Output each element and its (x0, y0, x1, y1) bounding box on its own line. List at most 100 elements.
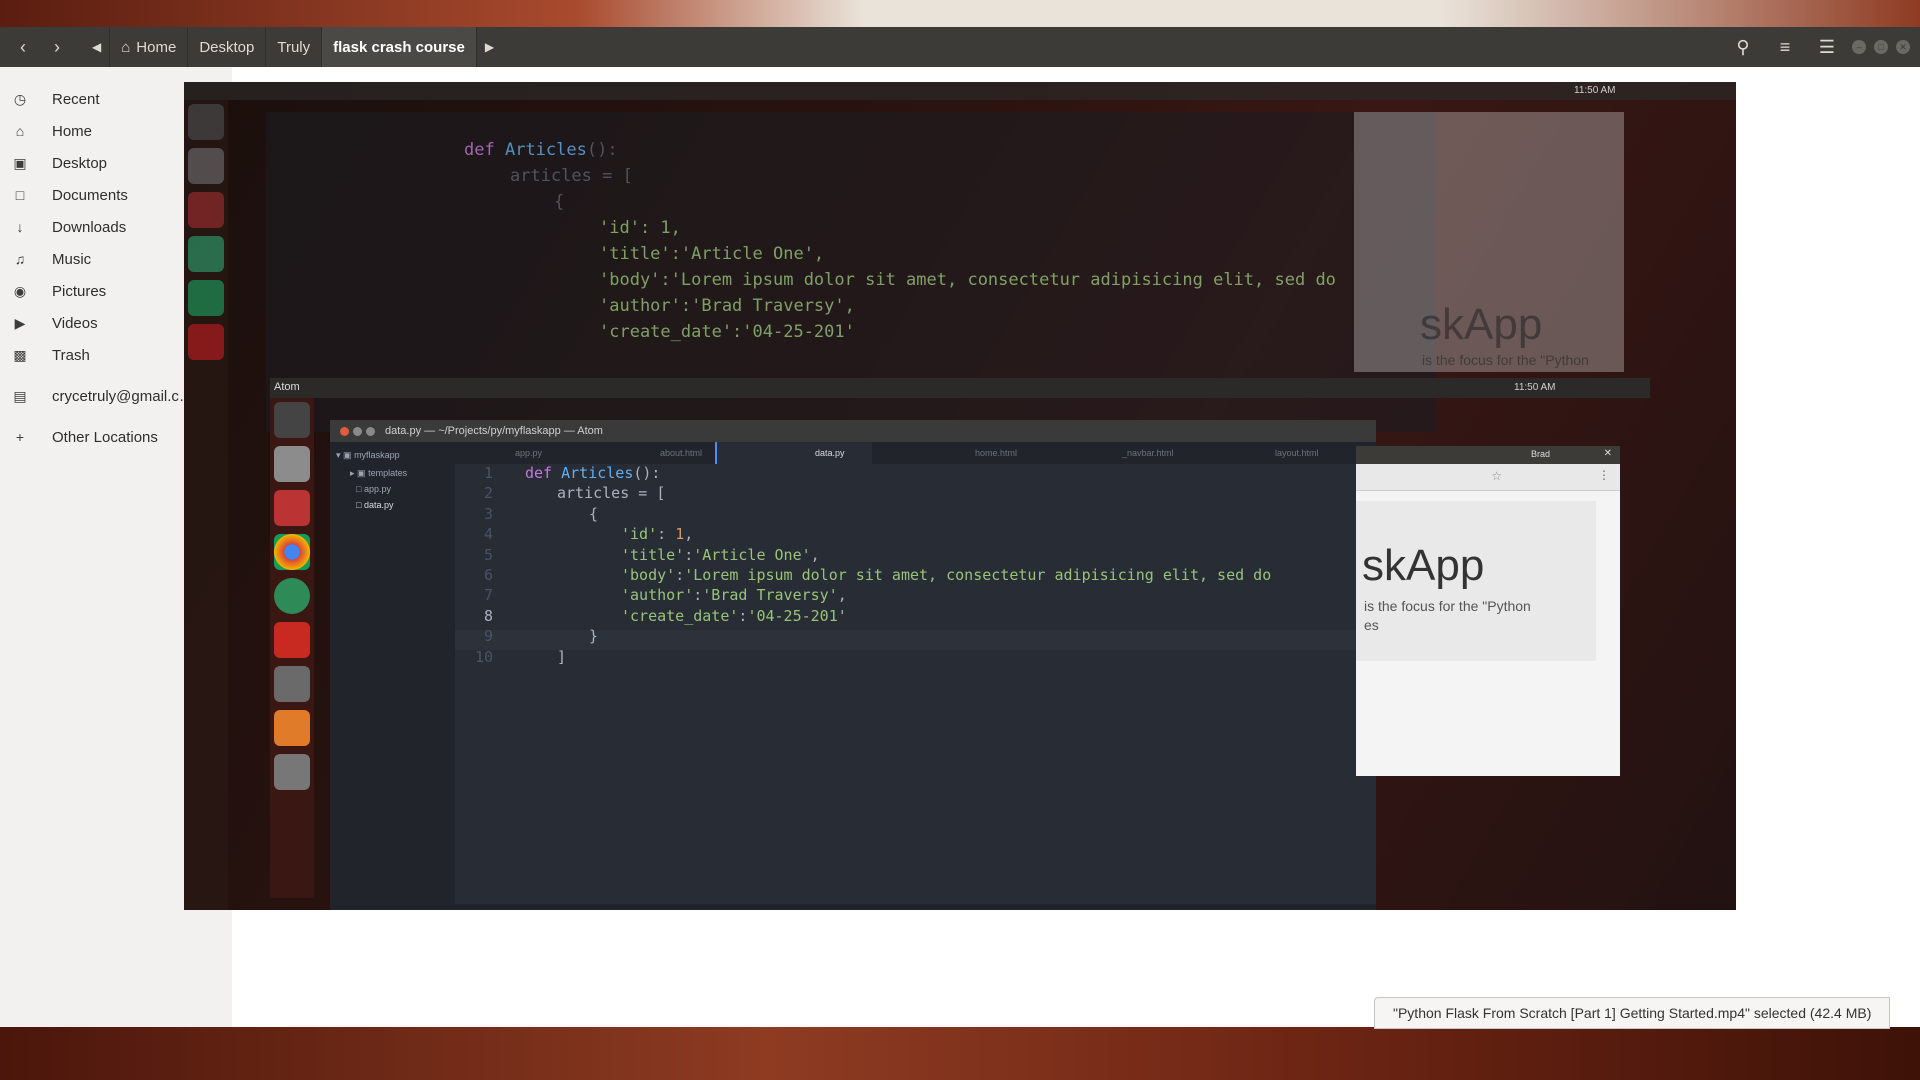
file-icon: □ (356, 500, 362, 510)
tree-item-data-py[interactable]: □ data.py (356, 500, 393, 510)
browser-title-bar: Brad ✕ (1356, 446, 1620, 464)
hero-subtitle: is the focus for the "Python es (1364, 598, 1531, 633)
hero-title: skApp (1362, 541, 1485, 590)
tree-root[interactable]: ▾ ▣ myflaskapp (336, 450, 400, 461)
code-line: def Articles(): (525, 464, 661, 482)
breadcrumb-flask-crash-course[interactable]: flask crash course (322, 27, 477, 67)
video-top-panel (184, 82, 1736, 100)
chrome-icon[interactable] (274, 534, 310, 570)
home-icon: ⌂ (121, 38, 131, 56)
camera-icon: ◉ (13, 282, 27, 299)
close-dot-icon[interactable] (340, 426, 349, 436)
code-line: ] (557, 648, 567, 666)
breadcrumb: ◀ ⌂ Home Desktop Truly flask crash cours… (84, 27, 502, 67)
video-icon: ▶ (14, 314, 26, 331)
line-number: 5 (483, 546, 493, 564)
close-button[interactable]: ✕ (1896, 40, 1910, 54)
folder-icon: ▣ (13, 154, 27, 171)
network-icon: ▤ (13, 387, 27, 404)
launcher-filezilla-icon (188, 324, 224, 360)
browser-menu-icon[interactable]: ⋮ (1598, 468, 1610, 482)
software-center-icon[interactable] (274, 710, 310, 746)
terminal-app-icon[interactable] (274, 490, 310, 526)
filezilla-icon[interactable] (274, 622, 310, 658)
line-number: 9 (483, 627, 493, 645)
breadcrumb-left-arrow-icon[interactable]: ◀ (84, 27, 111, 67)
code-line: } (589, 627, 599, 645)
trash-icon: ▩ (13, 346, 27, 363)
video-preview[interactable]: 11:50 AM def Articles(): articles = [ { … (184, 82, 1736, 910)
breadcrumb-right-arrow-icon[interactable]: ▶ (477, 27, 502, 67)
files-app-icon[interactable] (274, 446, 310, 482)
minimize-button[interactable]: – (1852, 40, 1866, 54)
forward-button[interactable]: › (42, 32, 72, 62)
clock-icon: ◷ (13, 90, 27, 107)
document-icon: □ (15, 187, 25, 203)
breadcrumb-truly[interactable]: Truly (266, 27, 323, 67)
line-number: 3 (483, 505, 493, 523)
maximize-dot-icon[interactable] (366, 426, 375, 436)
screenshot-icon[interactable] (274, 666, 310, 702)
code-editor[interactable]: 1 2 3 4 5 6 7 8 9 10 def Articles(): art… (455, 464, 1376, 904)
settings-gear-icon[interactable] (274, 754, 310, 790)
bookmark-star-icon[interactable]: ☆ (1491, 469, 1502, 483)
tab-bar: app.py about.html data.py home.html _nav… (455, 442, 1376, 464)
browser-close-icon[interactable]: ✕ (1604, 448, 1612, 459)
line-number: 4 (483, 525, 493, 543)
tab-home-html[interactable]: home.html (975, 448, 1017, 458)
folder-icon: ▣ (343, 450, 352, 460)
maximize-button[interactable]: □ (1874, 40, 1888, 54)
breadcrumb-desktop[interactable]: Desktop (188, 27, 267, 67)
code-line: { (589, 505, 599, 523)
folder-icon: ▣ (357, 468, 366, 478)
breadcrumb-home[interactable]: ⌂ Home (110, 27, 189, 67)
atom-topbar: Atom 11:50 AM (270, 378, 1650, 398)
line-number: 10 (474, 648, 493, 666)
search-icon[interactable]: ⚲ (1728, 32, 1758, 62)
atom-topbar-label: Atom (274, 381, 300, 393)
tree-item-templates[interactable]: ▸ ▣ templates (350, 468, 407, 479)
active-tab-background (715, 442, 872, 464)
launcher-ubuntu-icon (188, 104, 224, 140)
code-line: articles = [ (557, 484, 666, 502)
file-icon: □ (356, 484, 362, 494)
jumbotron: skApp is the focus for the "Python es (1356, 501, 1596, 661)
desktop-wallpaper-top (0, 0, 1920, 27)
line-number: 6 (483, 566, 493, 584)
tab-layout-html[interactable]: layout.html (1275, 448, 1319, 458)
tab-navbar-html[interactable]: _navbar.html (1122, 448, 1174, 458)
launcher (270, 398, 314, 898)
tab-about-html[interactable]: about.html (660, 448, 702, 458)
tree-view: ▾ ▣ myflaskapp ▸ ▣ templates □ app.py □ … (330, 442, 455, 910)
ghost-hero-title: skApp (1420, 300, 1543, 349)
tree-item-app-py[interactable]: □ app.py (356, 484, 391, 494)
selection-status: "Python Flask From Scratch [Part 1] Gett… (1374, 997, 1891, 1029)
music-icon: ♫ (14, 251, 26, 267)
atom-window: data.py — ~/Projects/py/myflaskapp — Ato… (330, 420, 1376, 910)
code-line: 'body':'Lorem ipsum dolor sit amet, cons… (621, 566, 1272, 584)
atom-title-bar: data.py — ~/Projects/py/myflaskapp — Ato… (330, 420, 1376, 442)
ubuntu-dash-icon[interactable] (274, 402, 310, 438)
minimize-dot-icon[interactable] (353, 426, 362, 436)
back-button[interactable]: ‹ (8, 32, 38, 62)
menu-icon[interactable]: ☰ (1812, 32, 1842, 62)
tab-app-py[interactable]: app.py (515, 448, 542, 458)
topbar-clock: 11:50 AM (1514, 382, 1556, 393)
headerbar: ‹ › ◀ ⌂ Home Desktop Truly flask crash c… (0, 27, 1920, 67)
plus-icon: + (15, 429, 25, 445)
ghost-launcher (184, 100, 228, 910)
launcher-atom-icon (188, 280, 224, 316)
launcher-files-icon (188, 148, 224, 184)
browser-toolbar: ☆ ⋮ (1356, 464, 1620, 491)
atom-window-title: data.py — ~/Projects/py/myflaskapp — Ato… (385, 425, 603, 437)
ghost-clock: 11:50 AM (1574, 85, 1616, 96)
code-line: 'title':'Article One', (621, 546, 820, 564)
code-line: 'create_date':'04-25-201' (621, 607, 847, 625)
line-number: 1 (483, 464, 493, 482)
atom-app-icon[interactable] (274, 578, 310, 614)
launcher-app-icon (188, 192, 224, 228)
tab-data-py[interactable]: data.py (815, 448, 845, 458)
view-list-icon[interactable]: ≡ (1770, 32, 1800, 62)
download-icon: ↓ (16, 219, 24, 235)
atom-status-bar (455, 904, 1376, 910)
